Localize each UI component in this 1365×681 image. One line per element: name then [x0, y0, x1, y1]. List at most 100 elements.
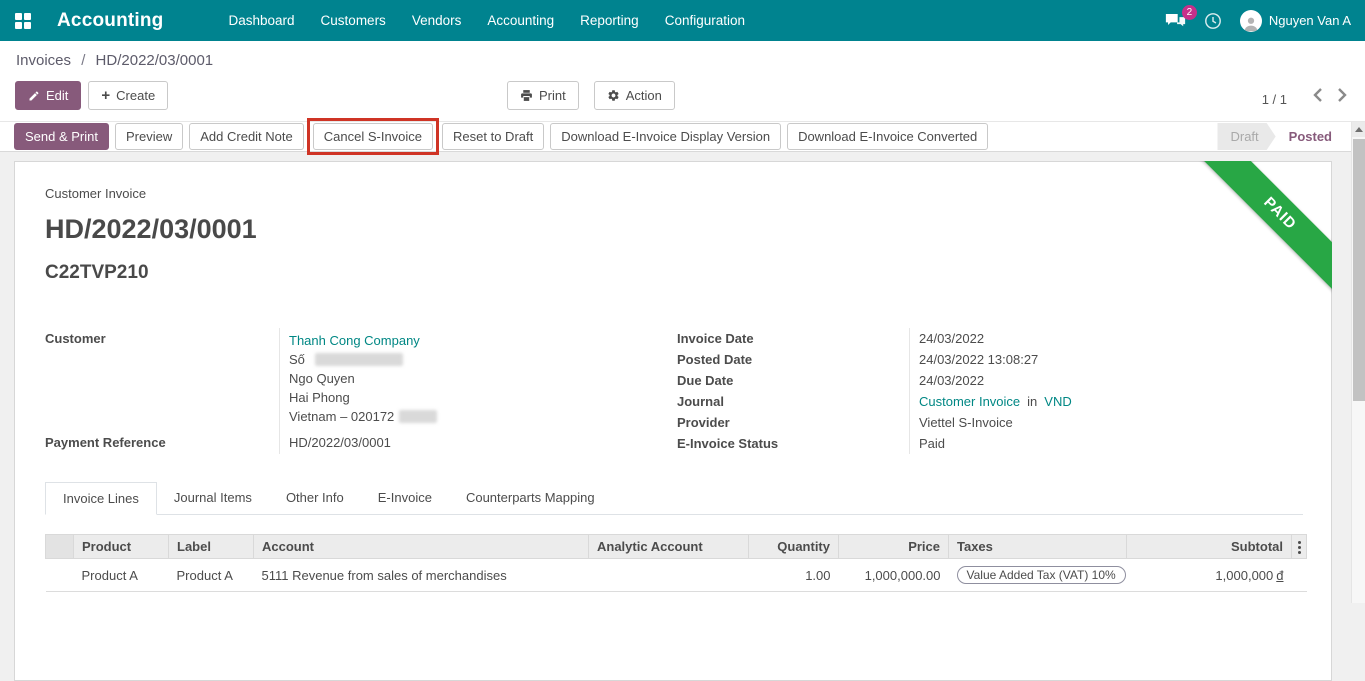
action-button[interactable]: Action — [594, 81, 675, 110]
payment-reference-value: HD/2022/03/0001 — [279, 432, 677, 454]
vertical-ellipsis-icon — [1298, 541, 1301, 554]
col-analytic-account[interactable]: Analytic Account — [589, 535, 749, 559]
currency-symbol: đ — [1276, 568, 1283, 583]
journal-value: Customer InvoiceinVND — [909, 391, 1299, 412]
activities-button[interactable] — [1204, 12, 1222, 30]
state-widget: Draft Posted — [1217, 123, 1345, 150]
chevron-left-icon — [1313, 88, 1323, 102]
subtotal-amount: 1,000,000 — [1215, 568, 1273, 583]
menu-accounting[interactable]: Accounting — [474, 0, 567, 41]
cell-quantity[interactable]: 1.00 — [749, 559, 839, 592]
messages-button[interactable]: 2 — [1165, 12, 1186, 30]
tab-other-info[interactable]: Other Info — [269, 482, 361, 515]
invoice-date-label: Invoice Date — [677, 328, 909, 349]
triangle-up-icon — [1355, 127, 1363, 132]
row-selector-header[interactable] — [46, 535, 74, 559]
tab-journal-items[interactable]: Journal Items — [157, 482, 269, 515]
message-count-badge: 2 — [1182, 5, 1197, 20]
customer-street-prefix: Số — [289, 352, 305, 367]
provider-value: Viettel S-Invoice — [909, 412, 1299, 433]
top-nav-bar: Accounting Dashboard Customers Vendors A… — [0, 0, 1365, 41]
invoice-number: HD/2022/03/0001 — [45, 214, 1303, 245]
cell-subtotal[interactable]: 1,000,000đ — [1127, 559, 1292, 592]
preview-button[interactable]: Preview — [115, 123, 183, 150]
user-menu[interactable]: Nguyen Van A — [1240, 10, 1351, 32]
cell-label[interactable]: Product A — [169, 559, 254, 592]
invoice-lines-table: Product Label Account Analytic Account Q… — [45, 534, 1306, 592]
row-selector-cell[interactable] — [46, 559, 74, 592]
pager-next-button[interactable] — [1337, 88, 1347, 102]
col-taxes[interactable]: Taxes — [949, 535, 1127, 559]
paid-ribbon: PAID — [1198, 161, 1332, 296]
optional-columns-toggle[interactable] — [1292, 535, 1307, 559]
state-posted[interactable]: Posted — [1276, 123, 1345, 150]
edit-button[interactable]: Edit — [15, 81, 81, 110]
tab-counterparts-mapping[interactable]: Counterparts Mapping — [449, 482, 612, 515]
col-label[interactable]: Label — [169, 535, 254, 559]
tax-tag[interactable]: Value Added Tax (VAT) 10% — [957, 566, 1126, 584]
add-credit-note-button[interactable]: Add Credit Note — [189, 123, 304, 150]
apps-grid-icon — [15, 13, 31, 29]
app-title: Accounting — [57, 10, 164, 32]
scrollbar-up-button[interactable] — [1352, 122, 1365, 137]
breadcrumb-separator: / — [81, 52, 85, 69]
customer-name-link[interactable]: Thanh Cong Company — [289, 333, 420, 348]
cell-account[interactable]: 5111 Revenue from sales of merchandises — [254, 559, 589, 592]
tab-e-invoice[interactable]: E-Invoice — [361, 482, 449, 515]
col-product[interactable]: Product — [74, 535, 169, 559]
send-print-button[interactable]: Send & Print — [14, 123, 109, 150]
plus-icon — [101, 88, 110, 103]
scrollbar-thumb[interactable] — [1353, 139, 1365, 401]
pencil-icon — [28, 90, 40, 102]
create-label: Create — [116, 88, 155, 103]
breadcrumb-invoices-link[interactable]: Invoices — [16, 52, 71, 69]
menu-dashboard[interactable]: Dashboard — [216, 0, 308, 41]
customer-city: Hai Phong — [289, 388, 677, 407]
main-content-area: PAID Customer Invoice HD/2022/03/0001 C2… — [0, 153, 1365, 603]
invoice-form-sheet: PAID Customer Invoice HD/2022/03/0001 C2… — [14, 161, 1332, 681]
customer-value: Thanh Cong Company Số Ngo Quyen Hai Phon… — [279, 328, 677, 432]
einvoice-status-label: E-Invoice Status — [677, 433, 909, 454]
tab-invoice-lines[interactable]: Invoice Lines — [45, 482, 157, 515]
left-field-group: Customer Thanh Cong Company Số Ngo Quyen… — [45, 328, 677, 454]
clock-icon — [1204, 12, 1222, 30]
menu-reporting[interactable]: Reporting — [567, 0, 652, 41]
cell-analytic-account[interactable] — [589, 559, 749, 592]
cell-price[interactable]: 1,000,000.00 — [839, 559, 949, 592]
pager-previous-button[interactable] — [1313, 88, 1323, 102]
gear-icon — [607, 89, 620, 102]
apps-menu-button[interactable] — [0, 0, 46, 41]
col-subtotal[interactable]: Subtotal — [1127, 535, 1292, 559]
journal-currency-link[interactable]: VND — [1044, 394, 1071, 409]
download-einvoice-converted-button[interactable]: Download E-Invoice Converted — [787, 123, 988, 150]
vertical-scrollbar[interactable] — [1351, 122, 1365, 603]
user-avatar — [1240, 10, 1262, 32]
cell-taxes[interactable]: Value Added Tax (VAT) 10% — [949, 559, 1127, 592]
payment-reference-label: Payment Reference — [45, 432, 279, 454]
cancel-s-invoice-button[interactable]: Cancel S-Invoice — [313, 123, 433, 150]
invoice-line-row[interactable]: Product A Product A 5111 Revenue from sa… — [46, 559, 1307, 592]
reset-to-draft-button[interactable]: Reset to Draft — [442, 123, 544, 150]
cell-options — [1292, 559, 1307, 592]
col-quantity[interactable]: Quantity — [749, 535, 839, 559]
journal-name-link[interactable]: Customer Invoice — [919, 394, 1020, 409]
menu-customers[interactable]: Customers — [308, 0, 399, 41]
create-button[interactable]: Create — [88, 81, 168, 110]
download-einvoice-display-button[interactable]: Download E-Invoice Display Version — [550, 123, 781, 150]
menu-vendors[interactable]: Vendors — [399, 0, 475, 41]
main-menu: Dashboard Customers Vendors Accounting R… — [216, 0, 759, 41]
menu-configuration[interactable]: Configuration — [652, 0, 758, 41]
customer-district: Ngo Quyen — [289, 369, 677, 388]
pager-counter: 1 / 1 — [1262, 92, 1287, 107]
col-price[interactable]: Price — [839, 535, 949, 559]
notebook-tabs: Invoice Lines Journal Items Other Info E… — [45, 482, 1303, 515]
print-button[interactable]: Print — [507, 81, 579, 110]
posted-date-label: Posted Date — [677, 349, 909, 370]
red-annotation-box: Cancel S-Invoice — [307, 118, 439, 155]
col-account[interactable]: Account — [254, 535, 589, 559]
statusbar: Send & Print Preview Add Credit Note Can… — [0, 121, 1365, 152]
redacted-street — [315, 353, 403, 366]
state-draft[interactable]: Draft — [1217, 123, 1275, 150]
redacted-zip — [399, 410, 437, 423]
cell-product[interactable]: Product A — [74, 559, 169, 592]
